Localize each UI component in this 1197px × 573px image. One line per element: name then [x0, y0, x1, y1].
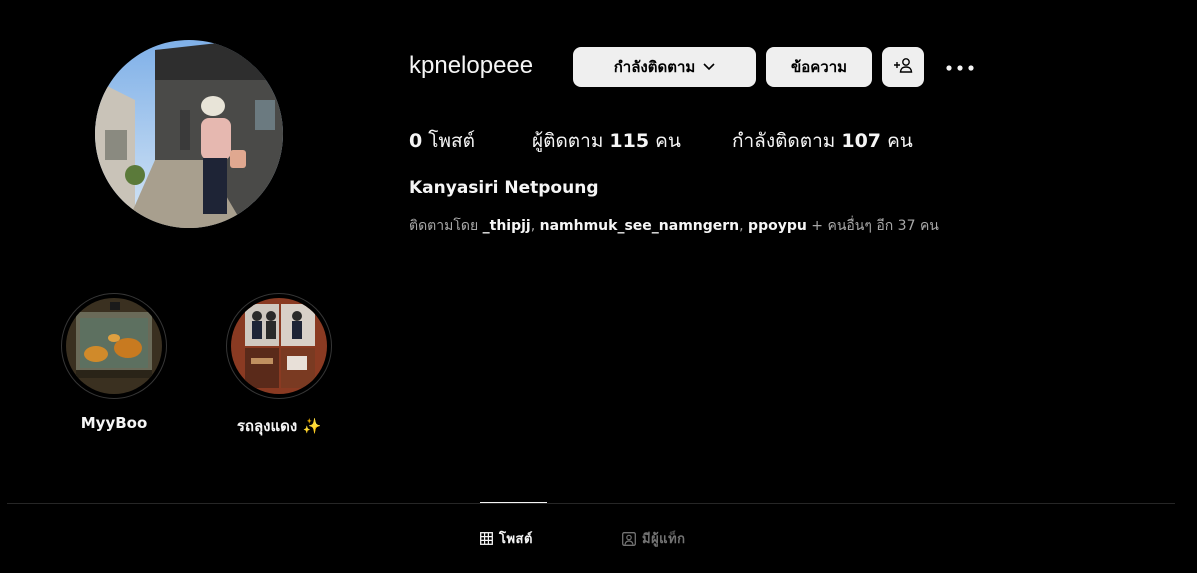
- stat-following[interactable]: กำลังติดตาม 107 คน: [732, 126, 913, 156]
- tab-posts-label: โพสต์: [499, 532, 533, 547]
- posts-count: 0: [409, 130, 423, 152]
- followed-by-suffix: + คนอื่นๆ อีก 37 คน: [811, 218, 939, 234]
- tab-posts[interactable]: โพสต์: [480, 528, 533, 549]
- active-tab-indicator: [480, 502, 547, 503]
- profile-username: kpnelopeee: [409, 52, 534, 79]
- chevron-down-icon: [703, 63, 715, 71]
- followers-count: 115: [609, 130, 650, 152]
- highlight-ring: [61, 293, 167, 399]
- add-person-icon: [893, 57, 913, 77]
- stat-posts: 0 โพสต์: [409, 126, 475, 156]
- stat-followers[interactable]: ผู้ติดตาม 115 คน: [532, 126, 681, 156]
- highlight-item[interactable]: รถลุงแดง ✨: [226, 293, 332, 438]
- profile-avatar[interactable]: [95, 40, 283, 228]
- more-options-button[interactable]: [944, 56, 976, 78]
- highlight-cover: [231, 298, 327, 394]
- following-button-label: กำลังติดตาม: [613, 58, 696, 76]
- followed-by-separator: ,: [739, 218, 744, 234]
- followed-by-prefix: ติดตามโดย: [409, 218, 479, 234]
- followed-by-user[interactable]: _thipjj: [483, 218, 531, 234]
- ellipsis-icon: [946, 58, 974, 76]
- following-button[interactable]: กำลังติดตาม: [573, 47, 756, 87]
- followed-by-separator: ,: [530, 218, 536, 234]
- highlight-cover: [66, 298, 162, 394]
- message-button[interactable]: ข้อความ: [766, 47, 872, 87]
- followers-label: ผู้ติดตาม: [532, 130, 604, 152]
- followers-unit: คน: [655, 130, 681, 152]
- followed-by-user[interactable]: namhmuk_see_namngern: [540, 218, 740, 234]
- followed-by-line[interactable]: ติดตามโดย _thipjj, namhmuk_see_namngern,…: [409, 215, 939, 237]
- following-count: 107: [841, 130, 882, 152]
- tagged-icon: [622, 531, 636, 546]
- grid-icon: [480, 532, 493, 545]
- suggested-people-button[interactable]: [882, 47, 924, 87]
- following-label: กำลังติดตาม: [732, 130, 836, 152]
- highlight-label: รถลุงแดง ✨: [236, 417, 322, 435]
- tab-tagged-label: มีผู้แท็ก: [642, 532, 686, 547]
- tab-tagged[interactable]: มีผู้แท็ก: [622, 528, 686, 549]
- followed-by-user[interactable]: ppoypu: [748, 218, 807, 234]
- highlight-ring: [226, 293, 332, 399]
- highlight-label: MyyBoo: [80, 414, 148, 432]
- highlight-item[interactable]: MyyBoo: [61, 293, 167, 432]
- tabs-divider: [7, 503, 1175, 504]
- posts-label: โพสต์: [428, 130, 475, 152]
- following-unit: คน: [887, 130, 913, 152]
- profile-full-name: Kanyasiri Netpoung: [409, 178, 599, 198]
